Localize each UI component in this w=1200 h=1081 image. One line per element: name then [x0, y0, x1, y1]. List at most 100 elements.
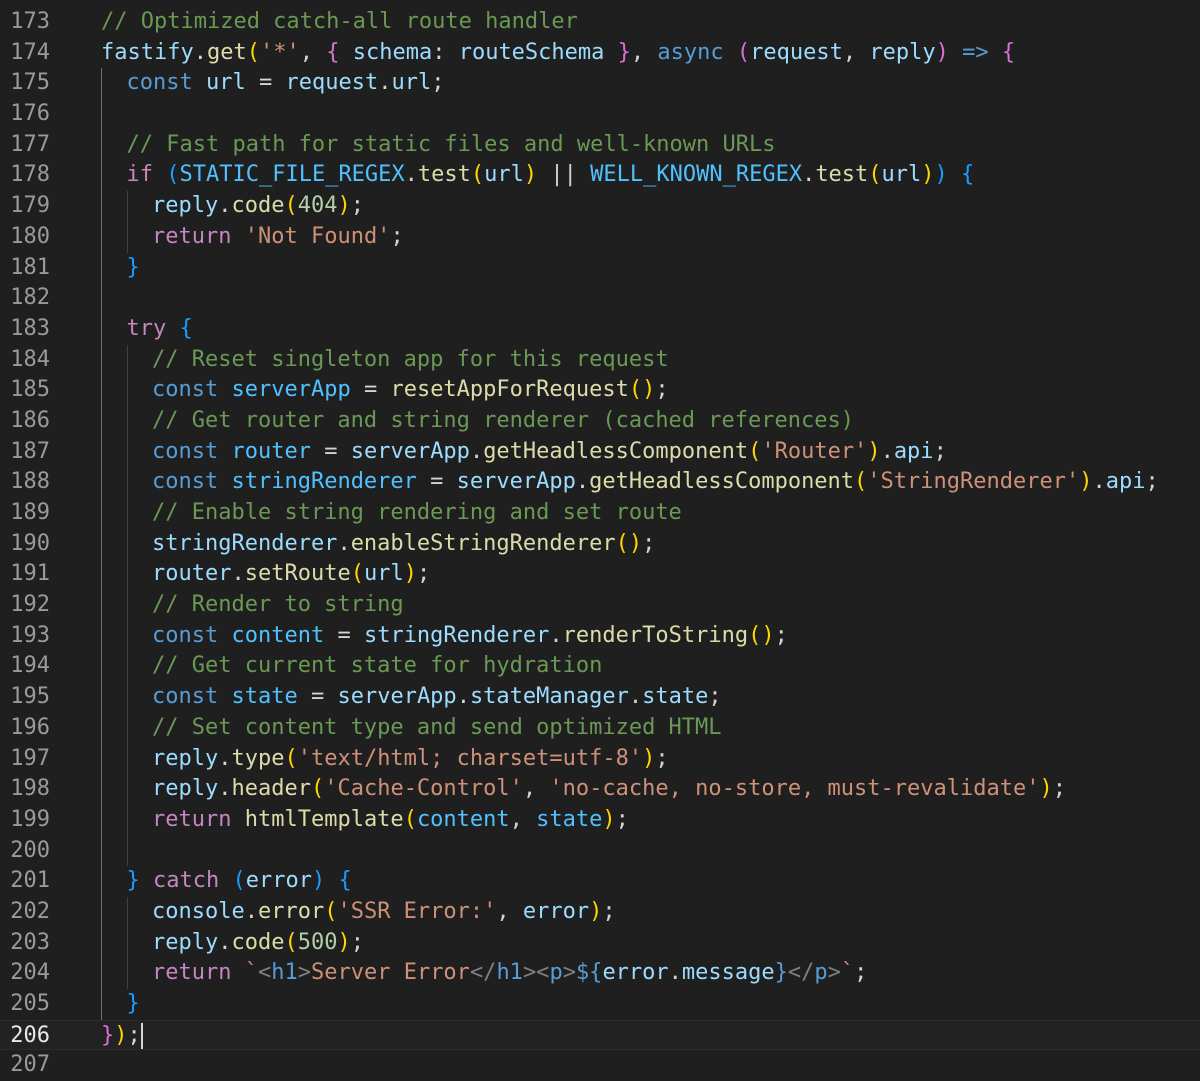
- code-token: (: [748, 438, 762, 464]
- code-token: ;: [655, 377, 669, 403]
- indent-guide: [126, 651, 128, 683]
- line-number: 183: [10, 315, 50, 341]
- code-line[interactable]: 187 const router = serverApp.getHeadlessC…: [0, 436, 1200, 468]
- code-line[interactable]: 189 // Enable string rendering and set ro…: [0, 498, 1200, 529]
- indent-guide: [101, 375, 102, 406]
- code-token: .: [628, 684, 643, 710]
- code-line[interactable]: 173 // Optimized catch-all route handler: [0, 7, 1200, 38]
- code-token: ;: [642, 530, 656, 556]
- code-text: const content = stringRenderer.renderToS…: [152, 621, 788, 652]
- line-number: 207: [10, 1052, 50, 1078]
- code-line[interactable]: 185 const serverApp = resetAppForRequest(…: [0, 375, 1200, 406]
- code-line[interactable]: 184 // Reset singleton app for this reque…: [0, 344, 1200, 376]
- code-text: if (STATIC_FILE_REGEX.test(url) || WELL_…: [127, 160, 975, 191]
- code-line[interactable]: 190 stringRenderer.enableStringRenderer()…: [0, 528, 1200, 560]
- indent-guide: [126, 221, 128, 253]
- code-line[interactable]: 179 reply.code(404);: [0, 191, 1200, 222]
- code-token: reply: [152, 929, 219, 955]
- code-line[interactable]: 207: [0, 1050, 1200, 1081]
- code-token: // Fast path for static files and well-k…: [126, 131, 776, 157]
- code-line[interactable]: 206});: [0, 1019, 1200, 1051]
- code-line[interactable]: 194 // Get current state for hydration: [0, 651, 1200, 683]
- code-line[interactable]: 197 reply.type('text/html; charset=utf-8'…: [0, 743, 1200, 775]
- code-line[interactable]: 191 router.setRoute(url);: [0, 559, 1200, 591]
- indent-guide: [126, 436, 128, 468]
- code-token: serverApp: [231, 377, 351, 403]
- code-token: const: [152, 438, 219, 464]
- indent-guide: [126, 774, 128, 805]
- line-number: 184: [10, 346, 50, 372]
- code-token: .: [549, 622, 563, 648]
- code-token: message: [681, 960, 775, 986]
- code-line[interactable]: 181}: [0, 252, 1200, 284]
- code-token: ): [935, 39, 949, 65]
- code-editor[interactable]: 173// Optimized catch-all route handler 1…: [0, 7, 1200, 1081]
- code-line[interactable]: 198 reply.header('Cache-Control', 'no-cac…: [0, 774, 1200, 805]
- code-text: console.error('SSR Error:', error);: [152, 897, 616, 928]
- code-line[interactable]: 193 const content = stringRenderer.render…: [0, 620, 1200, 652]
- code-line[interactable]: 202 console.error('SSR Error:', error);: [0, 896, 1200, 928]
- code-line[interactable]: 199 return htmlTemplate(content, state);: [0, 804, 1200, 836]
- code-token: api: [893, 438, 934, 464]
- code-text: const router = serverApp.getHeadlessComp…: [152, 437, 947, 468]
- code-line[interactable]: 192 // Render to string: [0, 590, 1200, 621]
- code-token: ;: [774, 622, 788, 648]
- code-token: async: [657, 39, 724, 65]
- code-token: Server Error: [310, 960, 470, 986]
- code-line[interactable]: 188 const stringRenderer = serverApp.getH…: [0, 467, 1200, 498]
- code-token: {: [338, 868, 352, 894]
- code-line[interactable]: 175 const url = request.url;: [0, 68, 1200, 100]
- code-line[interactable]: 204 return `<h1>Server Error</h1><p>${err…: [0, 958, 1200, 989]
- code-token: catch: [153, 868, 220, 894]
- code-token: state: [642, 684, 709, 710]
- code-token: const: [152, 377, 219, 403]
- line-number: 205: [10, 991, 50, 1016]
- code-token: ): [934, 162, 948, 188]
- code-token: ): [337, 929, 351, 955]
- indent-guide: [101, 989, 102, 1020]
- code-line[interactable]: 205}: [0, 989, 1200, 1020]
- code-token: .: [802, 162, 816, 188]
- code-line[interactable]: 183 try {: [0, 313, 1200, 345]
- line-number: 206: [10, 1022, 50, 1048]
- code-line[interactable]: 200: [0, 835, 1200, 867]
- code-line[interactable]: 186 // Get router and string renderer (ca…: [0, 405, 1200, 437]
- code-token: 404: [297, 193, 338, 219]
- code-text: return htmlTemplate(content, state);: [152, 805, 629, 836]
- code-token: error: [522, 898, 590, 924]
- indent-guide: [101, 191, 102, 222]
- code-line[interactable]: 203 reply.code(500);: [0, 927, 1200, 959]
- indent-guide: [126, 927, 128, 959]
- code-token: {: [1001, 39, 1016, 65]
- indent-guide: [101, 283, 102, 314]
- code-token: .: [880, 438, 894, 464]
- code-line[interactable]: 182: [0, 283, 1200, 314]
- code-token: ;: [350, 929, 364, 955]
- code-token: enableStringRenderer: [350, 530, 616, 556]
- code-line[interactable]: 178 if (STATIC_FILE_REGEX.test(url) || WE…: [0, 160, 1200, 192]
- line-number: 176: [10, 101, 50, 127]
- code-token: setRoute: [244, 561, 351, 587]
- code-line[interactable]: 177 // Fast path for static files and wel…: [0, 129, 1200, 161]
- code-token: .: [218, 193, 232, 219]
- code-token: stringRenderer: [152, 530, 338, 556]
- code-token: serverApp: [337, 684, 457, 710]
- code-line[interactable]: 201} catch (error) {: [0, 866, 1200, 897]
- code-token: ;: [390, 223, 404, 249]
- code-text: // Set content type and send optimized H…: [152, 713, 722, 744]
- indent-guide: [101, 498, 102, 529]
- code-token: const: [152, 684, 219, 710]
- code-line[interactable]: 176: [0, 99, 1200, 130]
- code-line[interactable]: 196 // Set content type and send optimize…: [0, 712, 1200, 744]
- code-line[interactable]: 174 fastify.get('*', { schema: routeSchem…: [0, 38, 1200, 69]
- indent-guide: [126, 743, 128, 775]
- code-line[interactable]: 180 return 'Not Found';: [0, 221, 1200, 253]
- indent-guide: [101, 160, 102, 192]
- code-line[interactable]: 195 const state = serverApp.stateManager.…: [0, 682, 1200, 713]
- indent-guide: [101, 774, 102, 805]
- code-token: state: [231, 684, 298, 710]
- code-token: // Reset singleton app for this request: [152, 346, 669, 372]
